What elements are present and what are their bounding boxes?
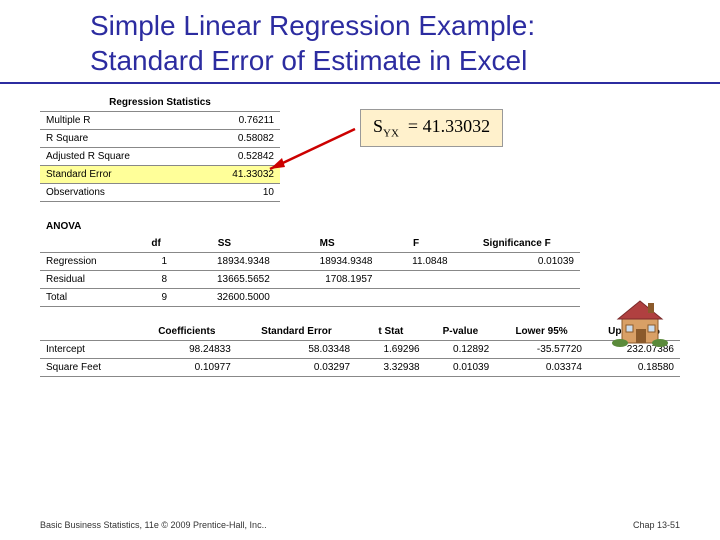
table-row: Total 9 32600.5000: [40, 289, 580, 307]
table-row: Multiple R 0.76211: [40, 112, 280, 130]
regression-stats-table: Regression Statistics Multiple R 0.76211…: [40, 94, 280, 202]
coefficients-table: Coefficients Standard Error t Stat P-val…: [40, 323, 680, 377]
footer-right: Chap 13-51: [633, 520, 680, 530]
arrow-icon: [260, 124, 360, 184]
content-area: SYX = 41.33032 Regression Statistics Mul…: [0, 94, 720, 377]
formula-rhs: 41.33032: [423, 116, 491, 136]
slide-title: Simple Linear Regression Example: Standa…: [0, 0, 720, 84]
table-row: Observations 10: [40, 184, 280, 202]
title-line1: Simple Linear Regression Example:: [90, 10, 535, 41]
formula-subscript: YX: [383, 128, 399, 140]
house-icon: [610, 297, 670, 347]
table-row: Regression 1 18934.9348 18934.9348 11.08…: [40, 253, 580, 271]
table-row: Intercept 98.24833 58.03348 1.69296 0.12…: [40, 341, 680, 359]
table-row: R Square 0.58082: [40, 130, 280, 148]
stats-header: Regression Statistics: [40, 94, 280, 112]
anova-header-row: df SS MS F Significance F: [40, 235, 580, 253]
table-row-standard-error: Standard Error 41.33032: [40, 166, 280, 184]
table-row: Adjusted R Square 0.52842: [40, 148, 280, 166]
title-line2: Standard Error of Estimate in Excel: [90, 45, 527, 76]
table-row: Square Feet 0.10977 0.03297 3.32938 0.01…: [40, 359, 680, 377]
table-row: Residual 8 13665.5652 1708.1957: [40, 271, 580, 289]
footer-left: Basic Business Statistics, 11e © 2009 Pr…: [40, 520, 267, 530]
formula-callout: SYX = 41.33032: [360, 109, 503, 147]
anova-title: ANOVA: [40, 218, 580, 235]
coef-header-row: Coefficients Standard Error t Stat P-val…: [40, 323, 680, 341]
anova-table: ANOVA df SS MS F Significance F Regressi…: [40, 218, 580, 307]
